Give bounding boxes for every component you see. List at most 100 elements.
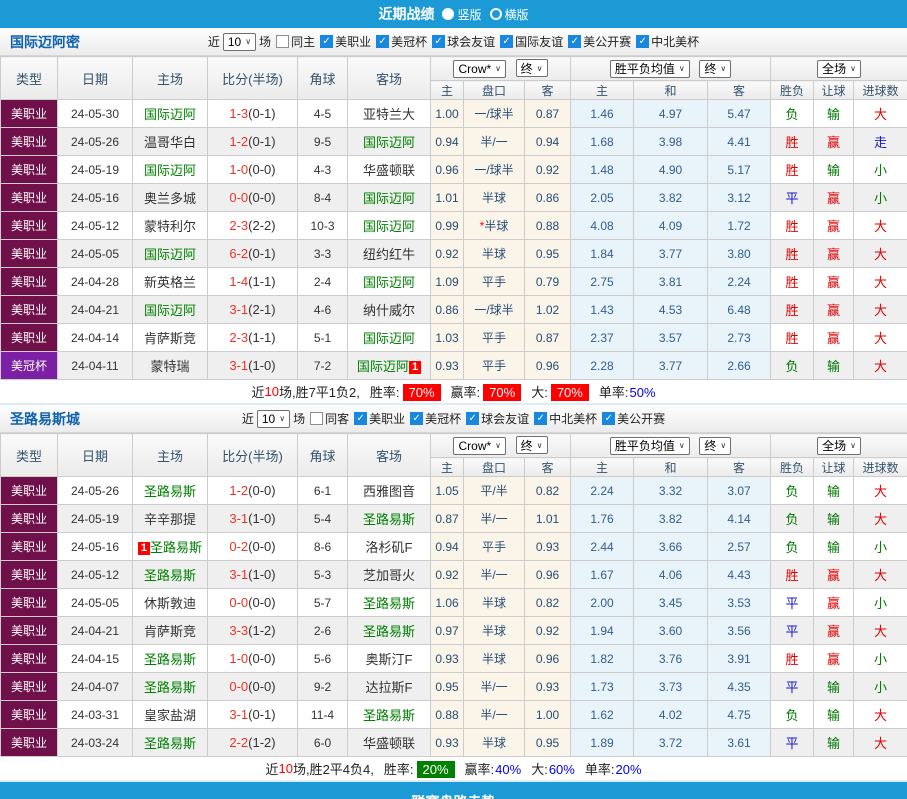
away-team[interactable]: 圣路易斯 — [348, 589, 431, 617]
avg-select[interactable]: 胜平负均值∨ — [610, 60, 690, 78]
away-team[interactable]: 华盛顿联 — [348, 156, 431, 184]
league-filter[interactable]: ✓美冠杯 — [376, 33, 427, 50]
odds-company-select[interactable]: Crow*∨ — [453, 437, 506, 455]
match-table: 类型 日期 主场 比分(半场) 角球 客场 Crow*∨ 终∨ 胜平负均值∨ 终… — [0, 56, 907, 380]
col-home: 主场 — [133, 57, 208, 100]
home-team[interactable]: 奥兰多城 — [133, 184, 208, 212]
result-handicap: 输 — [814, 156, 854, 184]
home-team[interactable]: 辛辛那提 — [133, 505, 208, 533]
home-team[interactable]: 蒙特利尔 — [133, 212, 208, 240]
score-fulltime: 0-0 — [229, 595, 248, 610]
match-date: 24-04-11 — [58, 352, 133, 380]
away-team[interactable]: 西雅图音 — [348, 477, 431, 505]
match-count-value: 10 — [228, 35, 241, 49]
home-team[interactable]: 肯萨斯竞 — [133, 617, 208, 645]
home-team[interactable]: 1圣路易斯 — [133, 533, 208, 561]
league-filter[interactable]: ✓美职业 — [320, 33, 371, 50]
match-count-select[interactable]: 10 ∨ — [257, 410, 290, 428]
layout-vertical-option[interactable]: 竖版 — [442, 6, 481, 23]
result-goals: 小 — [854, 673, 907, 701]
home-team[interactable]: 蒙特瑞 — [133, 352, 208, 380]
avg-away: 2.66 — [708, 352, 771, 380]
avg-time-select[interactable]: 终∨ — [699, 437, 731, 455]
odds-home: 0.96 — [431, 156, 464, 184]
league-filter[interactable]: ✓美冠杯 — [410, 410, 461, 427]
match-count-select[interactable]: 10 ∨ — [223, 33, 256, 51]
away-team[interactable]: 华盛顿联 — [348, 729, 431, 757]
match-row: 美职业 24-05-05 休斯敦迪 0-0(0-0) 5-7 圣路易斯 1.06… — [1, 589, 907, 617]
match-score: 3-1(0-1) — [208, 701, 298, 729]
match-score: 3-1(2-1) — [208, 296, 298, 324]
avg-away: 4.43 — [708, 561, 771, 589]
odds-away: 0.93 — [525, 533, 571, 561]
home-team[interactable]: 国际迈阿 — [133, 100, 208, 128]
summary-stat-value: 20% — [615, 762, 641, 777]
home-team[interactable]: 温哥华白 — [133, 128, 208, 156]
away-team[interactable]: 芝加哥火 — [348, 561, 431, 589]
home-team[interactable]: 皇家盐湖 — [133, 701, 208, 729]
corner-score: 5-7 — [298, 589, 348, 617]
odds-time-select[interactable]: 终∨ — [516, 436, 548, 454]
odds-home: 0.92 — [431, 561, 464, 589]
league-filter[interactable]: ✓美公开赛 — [568, 33, 631, 50]
league-filter[interactable]: ✓美职业 — [354, 410, 405, 427]
odds-home: 1.05 — [431, 477, 464, 505]
away-team[interactable]: 圣路易斯 — [348, 701, 431, 729]
home-team[interactable]: 圣路易斯 — [133, 729, 208, 757]
league-filter[interactable]: ✓球会友谊 — [432, 33, 495, 50]
home-team[interactable]: 圣路易斯 — [133, 673, 208, 701]
away-team[interactable]: 圣路易斯 — [348, 505, 431, 533]
layout-horizontal-option[interactable]: 横版 — [490, 6, 529, 23]
fulltime-group-header: 全场∨ — [771, 434, 907, 458]
match-score: 1-4(1-1) — [208, 268, 298, 296]
away-team[interactable]: 洛杉矶F — [348, 533, 431, 561]
away-team[interactable]: 国际迈阿 — [348, 184, 431, 212]
match-score: 1-0(0-0) — [208, 645, 298, 673]
avg-time-select[interactable]: 终∨ — [699, 60, 731, 78]
home-team[interactable]: 国际迈阿 — [133, 156, 208, 184]
away-team[interactable]: 亚特兰大 — [348, 100, 431, 128]
odds-company-select[interactable]: Crow*∨ — [453, 60, 506, 78]
avg-draw: 3.77 — [634, 352, 708, 380]
avg-away: 3.91 — [708, 645, 771, 673]
away-team[interactable]: 纽约红牛 — [348, 240, 431, 268]
near-label: 近 — [242, 410, 254, 427]
away-team[interactable]: 圣路易斯 — [348, 617, 431, 645]
radio-vertical-label: 竖版 — [457, 6, 481, 23]
away-team[interactable]: 国际迈阿 — [348, 212, 431, 240]
away-team[interactable]: 国际迈阿 — [348, 128, 431, 156]
fulltime-select[interactable]: 全场∨ — [817, 60, 861, 78]
home-team[interactable]: 圣路易斯 — [133, 477, 208, 505]
home-team[interactable]: 圣路易斯 — [133, 561, 208, 589]
home-team[interactable]: 新英格兰 — [133, 268, 208, 296]
league-filter[interactable]: ✓中北美杯 — [636, 33, 699, 50]
away-team[interactable]: 奥斯汀F — [348, 645, 431, 673]
away-team[interactable]: 国际迈阿1 — [348, 352, 431, 380]
league-filter[interactable]: ✓国际友谊 — [500, 33, 563, 50]
home-team[interactable]: 休斯敦迪 — [133, 589, 208, 617]
score-halftime: (0-0) — [248, 162, 275, 177]
result-goals: 小 — [854, 645, 907, 673]
fulltime-select[interactable]: 全场∨ — [817, 437, 861, 455]
home-team[interactable]: 肯萨斯竞 — [133, 324, 208, 352]
avg-select[interactable]: 胜平负均值∨ — [610, 437, 690, 455]
odds-away: 0.79 — [525, 268, 571, 296]
home-team[interactable]: 圣路易斯 — [133, 645, 208, 673]
home-team[interactable]: 国际迈阿 — [133, 240, 208, 268]
avg-away: 2.57 — [708, 533, 771, 561]
same-venue-filter[interactable]: 同主 — [276, 33, 315, 50]
away-team[interactable]: 纳什威尔 — [348, 296, 431, 324]
home-team[interactable]: 国际迈阿 — [133, 296, 208, 324]
away-team[interactable]: 国际迈阿 — [348, 324, 431, 352]
same-venue-filter[interactable]: 同客 — [310, 410, 349, 427]
away-team[interactable]: 国际迈阿 — [348, 268, 431, 296]
league-filter[interactable]: ✓美公开赛 — [602, 410, 665, 427]
away-team[interactable]: 达拉斯F — [348, 673, 431, 701]
odds-time-select[interactable]: 终∨ — [516, 59, 548, 77]
result-wdl: 平 — [771, 673, 814, 701]
match-type: 美职业 — [1, 184, 58, 212]
result-handicap: 赢 — [814, 240, 854, 268]
league-filters: ✓美职业 ✓美冠杯 ✓球会友谊 ✓国际友谊 ✓美公开赛 ✓中北美杯 — [315, 33, 699, 50]
league-filter[interactable]: ✓球会友谊 — [466, 410, 529, 427]
league-filter[interactable]: ✓中北美杯 — [534, 410, 597, 427]
